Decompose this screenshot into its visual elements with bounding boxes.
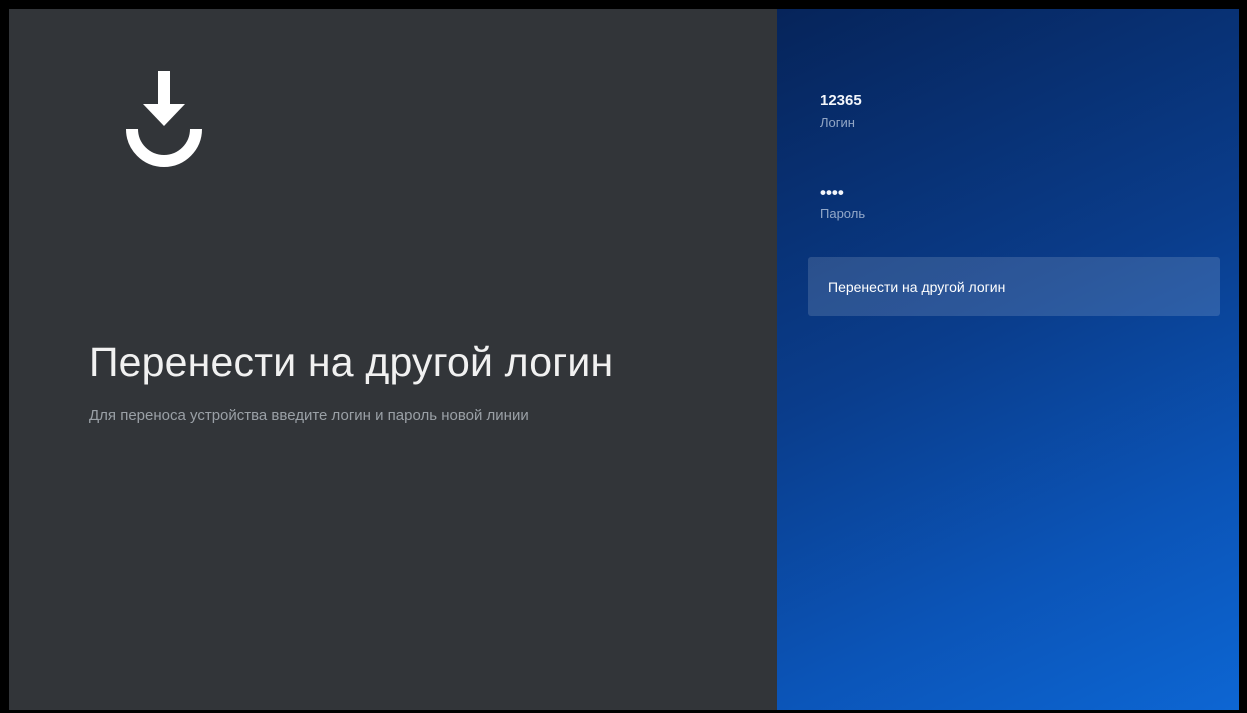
guidance-panel: Перенести на другой логин Для переноса у… bbox=[9, 9, 777, 710]
page-title: Перенести на другой логин bbox=[89, 339, 614, 385]
screen: Перенести на другой логин Для переноса у… bbox=[9, 9, 1239, 710]
password-field[interactable]: •••• Пароль bbox=[820, 182, 865, 221]
transfer-login-button-label: Перенести на другой логин bbox=[828, 278, 1006, 295]
login-label: Логин bbox=[820, 115, 855, 130]
download-icon bbox=[126, 71, 202, 167]
login-field[interactable]: 12365 Логин bbox=[820, 92, 862, 130]
login-value: 12365 bbox=[820, 92, 862, 109]
actions-panel: 12365 Логин •••• Пароль Перенести на дру… bbox=[777, 9, 1239, 710]
page-description: Для переноса устройства введите логин и … bbox=[89, 407, 529, 424]
transfer-login-button[interactable]: Перенести на другой логин bbox=[808, 257, 1220, 316]
password-value: •••• bbox=[820, 183, 844, 202]
password-label: Пароль bbox=[820, 206, 866, 221]
